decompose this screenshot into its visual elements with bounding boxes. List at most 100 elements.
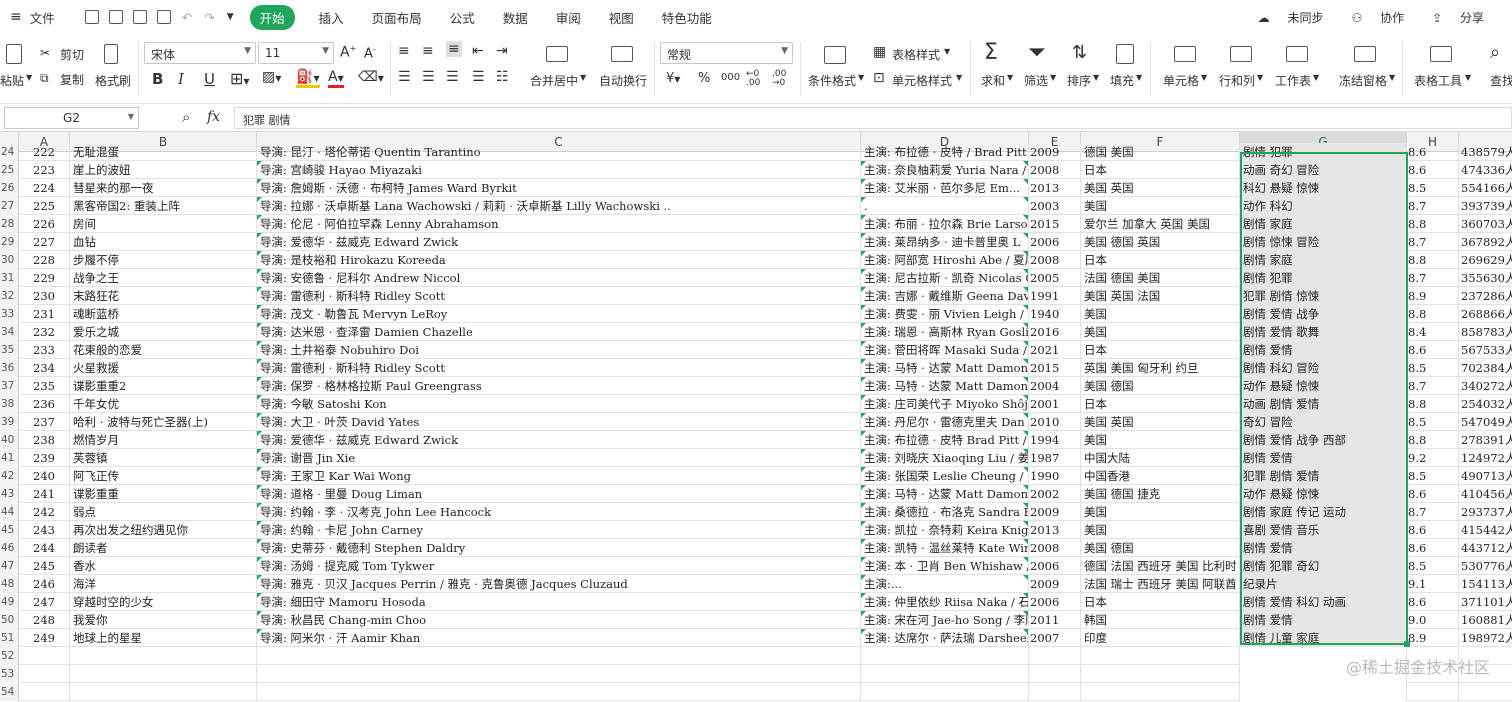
cell-d[interactable]: 主演: 凯特 · 温丝莱特 Kate Wins — [861, 539, 1029, 557]
borders-icon[interactable]: ⊞▼ — [230, 69, 250, 88]
wrap-text-icon[interactable] — [611, 46, 633, 62]
cell-h[interactable]: 8.7 — [1407, 269, 1459, 287]
cell-dropdown-icon[interactable]: ▼ — [1201, 73, 1207, 82]
cell-a[interactable]: 243 — [19, 521, 70, 539]
cell-f[interactable]: 日本 — [1081, 251, 1240, 269]
cell-f[interactable]: 中国香港 — [1081, 467, 1240, 485]
cell-a[interactable]: 233 — [19, 341, 70, 359]
cell-g[interactable]: 剧情 家庭 — [1240, 251, 1407, 269]
cell-c[interactable]: 导演: 雷德利 · 斯科特 Ridley Scott — [257, 287, 861, 305]
row-column-button[interactable]: 行和列 — [1219, 72, 1255, 89]
export-icon[interactable] — [108, 10, 123, 24]
cell-e[interactable]: 2005 — [1029, 269, 1081, 287]
cell-h[interactable]: 8.5 — [1407, 359, 1459, 377]
cell-f[interactable]: 美国 英国 — [1081, 179, 1240, 197]
cell-c[interactable]: 导演: 安德鲁 · 尼科尔 Andrew Niccol — [257, 269, 861, 287]
cell-h[interactable]: 8.8 — [1407, 251, 1459, 269]
cell-h[interactable]: 8.7 — [1407, 503, 1459, 521]
cell-h[interactable]: 8.8 — [1407, 431, 1459, 449]
cell-b[interactable]: 燃情岁月 — [70, 431, 257, 449]
cell-d[interactable] — [861, 647, 1029, 665]
cell-c[interactable]: 导演: 谢晋 Jin Xie — [257, 449, 861, 467]
cell-h[interactable]: 8.6 — [1407, 485, 1459, 503]
cell-d[interactable]: 主演: 莱昂纳多 · 迪卡普里奥 L — [861, 233, 1029, 251]
cell-e[interactable]: 1990 — [1029, 467, 1081, 485]
row-column-icon[interactable] — [1230, 46, 1252, 62]
cell-c[interactable]: 导演: 史蒂芬 · 戴德利 Stephen Daldry — [257, 539, 861, 557]
cell-i[interactable]: 269629人评 — [1459, 251, 1512, 269]
cell-f[interactable]: 英国 美国 匈牙利 约旦 — [1081, 359, 1240, 377]
distributed-icon[interactable]: ☷ — [496, 69, 509, 85]
redo-icon[interactable]: ↷ — [204, 10, 214, 25]
cell-h[interactable]: 8.7 — [1407, 197, 1459, 215]
tab-review[interactable]: 审阅 — [542, 8, 595, 27]
cell-h[interactable]: 8.5 — [1407, 413, 1459, 431]
cell-a[interactable]: 223 — [19, 161, 70, 179]
cell-a[interactable]: 234 — [19, 359, 70, 377]
row-header[interactable]: 34 — [0, 323, 19, 341]
cell-i[interactable]: 393739人评 — [1459, 197, 1512, 215]
cell-i[interactable]: 554166人评 — [1459, 179, 1512, 197]
cell-c[interactable]: 导演: 约翰 · 李 · 汉考克 John Lee Hancock — [257, 503, 861, 521]
cell-b[interactable]: 战争之王 — [70, 269, 257, 287]
sync-status[interactable]: ☁ 未同步 — [1258, 9, 1338, 26]
cell-a[interactable]: 227 — [19, 233, 70, 251]
cell-d[interactable]: 主演:... — [861, 575, 1029, 593]
cell-h[interactable]: 9.1 — [1407, 575, 1459, 593]
cell-a[interactable]: 230 — [19, 287, 70, 305]
row-header[interactable]: 36 — [0, 359, 19, 377]
cell-g[interactable]: 剧情 犯罪 — [1240, 143, 1407, 161]
cell-b[interactable]: 步履不停 — [70, 251, 257, 269]
table-tools-dropdown-icon[interactable]: ▼ — [1465, 73, 1471, 82]
tab-formulas[interactable]: 公式 — [436, 8, 489, 27]
align-right-icon[interactable]: ☰ — [446, 69, 459, 85]
cell-e[interactable]: 2006 — [1029, 557, 1081, 575]
cond-format-dropdown-icon[interactable]: ▼ — [858, 73, 864, 82]
cell-a[interactable]: 242 — [19, 503, 70, 521]
conditional-format-icon[interactable] — [824, 46, 846, 64]
row-header[interactable]: 25 — [0, 161, 19, 179]
collab-button[interactable]: ⚇ 协作 — [1351, 9, 1418, 26]
name-box[interactable]: G2 ▼ — [4, 107, 139, 129]
cell-e[interactable] — [1029, 683, 1081, 701]
cell-d[interactable]: 主演: 庄司美代子 Miyoko Shôji — [861, 395, 1029, 413]
cell-d[interactable]: 主演: 张国荣 Leslie Cheung / 张 — [861, 467, 1029, 485]
cell-h[interactable]: 8.8 — [1407, 395, 1459, 413]
cell-d[interactable]: 主演: 尼古拉斯 · 凯奇 Nicolas C — [861, 269, 1029, 287]
cell-e[interactable]: 2006 — [1029, 593, 1081, 611]
filter-icon[interactable]: ⏷ — [1028, 40, 1046, 65]
cell-b[interactable]: 地球上的星星 — [70, 629, 257, 647]
cell-a[interactable]: 244 — [19, 539, 70, 557]
cell-e[interactable]: 2010 — [1029, 413, 1081, 431]
cell-i[interactable]: 340272人评 — [1459, 377, 1512, 395]
cell-g[interactable]: 奇幻 冒险 — [1240, 413, 1407, 431]
cell-h[interactable]: 8.6 — [1407, 161, 1459, 179]
align-bottom-icon[interactable]: ≡ — [446, 41, 462, 57]
row-header[interactable]: 48 — [0, 575, 19, 593]
cell-i[interactable]: 474336人评 — [1459, 161, 1512, 179]
cell-h[interactable]: 8.6 — [1407, 341, 1459, 359]
cell-f[interactable]: 爱尔兰 加拿大 英国 美国 — [1081, 215, 1240, 233]
worksheet-icon[interactable] — [1286, 46, 1308, 62]
filter-dropdown-icon[interactable]: ▼ — [1050, 73, 1056, 82]
cell-b[interactable]: 血钻 — [70, 233, 257, 251]
cell-b[interactable]: 朗读者 — [70, 539, 257, 557]
zoom-search-icon[interactable]: ⌕ — [182, 108, 190, 126]
worksheet-button[interactable]: 工作表 — [1275, 72, 1311, 89]
cell-d[interactable]: 主演: 菅田将晖 Masaki Suda / — [861, 341, 1029, 359]
cell-e[interactable]: 2001 — [1029, 395, 1081, 413]
cell-b[interactable]: 阿飞正传 — [70, 467, 257, 485]
print-preview-icon[interactable] — [156, 10, 171, 24]
cell-b[interactable]: 弱点 — [70, 503, 257, 521]
indent-decrease-icon[interactable]: ⇤ — [472, 43, 484, 59]
cell-i[interactable]: 237286人评 — [1459, 287, 1512, 305]
cell-i[interactable]: 371101人评 — [1459, 593, 1512, 611]
cell-g[interactable]: 犯罪 剧情 爱情 — [1240, 467, 1407, 485]
cell-c[interactable]: 导演: 约翰 · 卡尼 John Carney — [257, 521, 861, 539]
cell-e[interactable]: 2009 — [1029, 503, 1081, 521]
cell-b[interactable]: 火星救援 — [70, 359, 257, 377]
font-size-select[interactable]: 11 ▼ — [258, 42, 334, 64]
highlight-icon[interactable]: ⛽▼ — [296, 69, 320, 88]
cell-i[interactable]: 198972人评 — [1459, 629, 1512, 647]
fill-color-icon[interactable]: ▨▼ — [262, 69, 281, 85]
